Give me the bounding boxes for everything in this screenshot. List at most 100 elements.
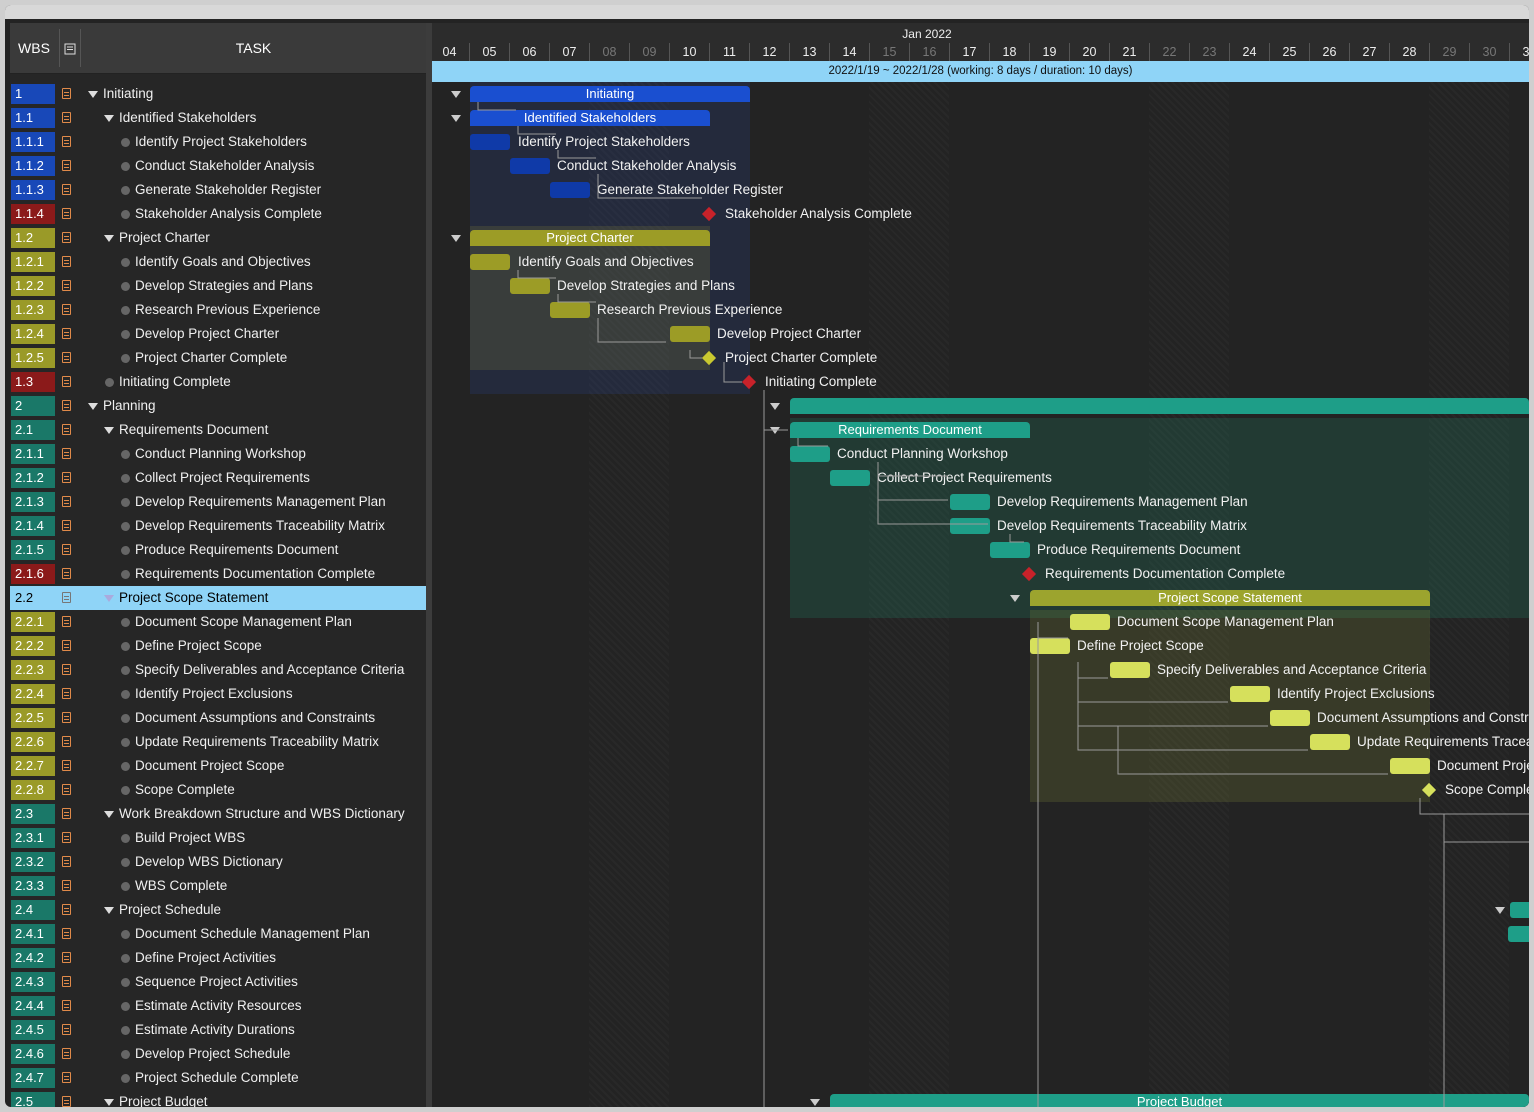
table-row[interactable]: 2.2.3 Specify Deliverables and Acceptance… <box>10 658 426 682</box>
note-icon[interactable] <box>62 808 71 819</box>
note-icon[interactable] <box>62 736 71 747</box>
collapse-triangle-icon[interactable] <box>104 907 114 914</box>
table-row[interactable]: 1.1 Identified Stakeholders <box>10 106 426 130</box>
table-row[interactable]: 2.1.6 Requirements Documentation Complete <box>10 562 426 586</box>
note-icon[interactable] <box>62 376 71 387</box>
table-row[interactable]: 2.2.2 Define Project Scope <box>10 634 426 658</box>
task-name[interactable]: Identified Stakeholders <box>119 106 256 130</box>
note-icon[interactable] <box>62 712 71 723</box>
note-icon[interactable] <box>62 544 71 555</box>
task-name[interactable]: Document Project Scope <box>135 754 284 778</box>
note-icon[interactable] <box>62 160 71 171</box>
note-icon[interactable] <box>62 880 71 891</box>
table-row[interactable]: 1.2.5 Project Charter Complete <box>10 346 426 370</box>
task-name[interactable]: Identify Project Stakeholders <box>135 130 307 154</box>
table-row[interactable]: 1.1.1 Identify Project Stakeholders <box>10 130 426 154</box>
table-row[interactable]: 1.1.4 Stakeholder Analysis Complete <box>10 202 426 226</box>
task-name[interactable]: Project Budget <box>119 1090 208 1107</box>
table-row[interactable]: 2.2.4 Identify Project Exclusions <box>10 682 426 706</box>
table-row[interactable]: 2.1.4 Develop Requirements Traceability M… <box>10 514 426 538</box>
collapse-triangle-icon[interactable] <box>88 91 98 98</box>
task-name[interactable]: Conduct Stakeholder Analysis <box>135 154 314 178</box>
task-name[interactable]: Build Project WBS <box>135 826 245 850</box>
task-name[interactable]: Update Requirements Traceability Matrix <box>135 730 379 754</box>
note-icon[interactable] <box>62 760 71 771</box>
task-name[interactable]: Estimate Activity Durations <box>135 1018 295 1042</box>
table-row[interactable]: 2.5 Project Budget <box>10 1090 426 1107</box>
task-name[interactable]: Collect Project Requirements <box>135 466 310 490</box>
table-row[interactable]: 2.2.1 Document Scope Management Plan <box>10 610 426 634</box>
task-name[interactable]: Requirements Documentation Complete <box>135 562 375 586</box>
note-icon[interactable] <box>62 928 71 939</box>
table-row[interactable]: 2 Planning <box>10 394 426 418</box>
note-icon[interactable] <box>62 1024 71 1035</box>
notes-column-icon[interactable] <box>60 23 80 73</box>
task-name[interactable]: Stakeholder Analysis Complete <box>135 202 322 226</box>
task-name[interactable]: Specify Deliverables and Acceptance Crit… <box>135 658 404 682</box>
note-icon[interactable] <box>62 856 71 867</box>
task-name[interactable]: Initiating Complete <box>119 370 231 394</box>
note-icon[interactable] <box>62 520 71 531</box>
table-row[interactable]: 2.4.5 Estimate Activity Durations <box>10 1018 426 1042</box>
table-row[interactable]: 2.2.6 Update Requirements Traceability Ma… <box>10 730 426 754</box>
note-icon[interactable] <box>62 496 71 507</box>
collapse-triangle-icon[interactable] <box>104 235 114 242</box>
note-icon[interactable] <box>62 1048 71 1059</box>
task-name[interactable]: Define Project Activities <box>135 946 276 970</box>
task-name[interactable]: Define Project Scope <box>135 634 262 658</box>
note-icon[interactable] <box>62 280 71 291</box>
task-name[interactable]: Conduct Planning Workshop <box>135 442 306 466</box>
table-row[interactable]: 2.3.1 Build Project WBS <box>10 826 426 850</box>
wbs-column-header[interactable]: WBS <box>10 23 58 73</box>
task-name[interactable]: Develop WBS Dictionary <box>135 850 283 874</box>
collapse-triangle-icon[interactable] <box>104 115 114 122</box>
task-name[interactable]: Requirements Document <box>119 418 268 442</box>
note-icon[interactable] <box>62 328 71 339</box>
table-row[interactable]: 2.1.2 Collect Project Requirements <box>10 466 426 490</box>
table-row[interactable]: 2.1 Requirements Document <box>10 418 426 442</box>
table-row[interactable]: 2.4.1 Document Schedule Management Plan <box>10 922 426 946</box>
task-name[interactable]: Sequence Project Activities <box>135 970 298 994</box>
collapse-triangle-icon[interactable] <box>104 427 114 434</box>
table-row[interactable]: 2.1.1 Conduct Planning Workshop <box>10 442 426 466</box>
table-row[interactable]: 2.2 Project Scope Statement <box>10 586 426 610</box>
table-row[interactable]: 1.3 Initiating Complete <box>10 370 426 394</box>
task-name[interactable]: Research Previous Experience <box>135 298 320 322</box>
table-row[interactable]: 1 Initiating <box>10 82 426 106</box>
task-name[interactable]: Project Schedule Complete <box>135 1066 299 1090</box>
collapse-triangle-icon[interactable] <box>104 811 114 818</box>
collapse-triangle-icon[interactable] <box>104 1099 114 1106</box>
task-name[interactable]: WBS Complete <box>135 874 227 898</box>
note-icon[interactable] <box>62 832 71 843</box>
table-row[interactable]: 1.2 Project Charter <box>10 226 426 250</box>
table-row[interactable]: 2.4.7 Project Schedule Complete <box>10 1066 426 1090</box>
task-column-header[interactable]: TASK <box>81 23 426 73</box>
task-name[interactable]: Develop Requirements Management Plan <box>135 490 386 514</box>
note-icon[interactable] <box>62 304 71 315</box>
note-icon[interactable] <box>62 664 71 675</box>
note-icon[interactable] <box>62 1096 71 1107</box>
table-row[interactable]: 2.4.4 Estimate Activity Resources <box>10 994 426 1018</box>
note-icon[interactable] <box>62 952 71 963</box>
task-name[interactable]: Identify Project Exclusions <box>135 682 293 706</box>
table-row[interactable]: 2.3 Work Breakdown Structure and WBS Dict… <box>10 802 426 826</box>
note-icon[interactable] <box>62 976 71 987</box>
task-name[interactable]: Planning <box>103 394 156 418</box>
task-name[interactable]: Project Scope Statement <box>119 586 268 610</box>
table-row[interactable]: 2.1.3 Develop Requirements Management Pla… <box>10 490 426 514</box>
note-icon[interactable] <box>62 568 71 579</box>
note-icon[interactable] <box>62 208 71 219</box>
note-icon[interactable] <box>62 688 71 699</box>
task-name[interactable]: Produce Requirements Document <box>135 538 338 562</box>
task-name[interactable]: Work Breakdown Structure and WBS Diction… <box>119 802 405 826</box>
task-name[interactable]: Document Scope Management Plan <box>135 610 352 634</box>
note-icon[interactable] <box>62 784 71 795</box>
note-icon[interactable] <box>62 472 71 483</box>
task-name[interactable]: Initiating <box>103 82 153 106</box>
table-row[interactable]: 1.2.2 Develop Strategies and Plans <box>10 274 426 298</box>
note-icon[interactable] <box>62 256 71 267</box>
note-icon[interactable] <box>62 592 71 603</box>
note-icon[interactable] <box>62 400 71 411</box>
task-name[interactable]: Develop Project Charter <box>135 322 279 346</box>
task-name[interactable]: Develop Requirements Traceability Matrix <box>135 514 385 538</box>
